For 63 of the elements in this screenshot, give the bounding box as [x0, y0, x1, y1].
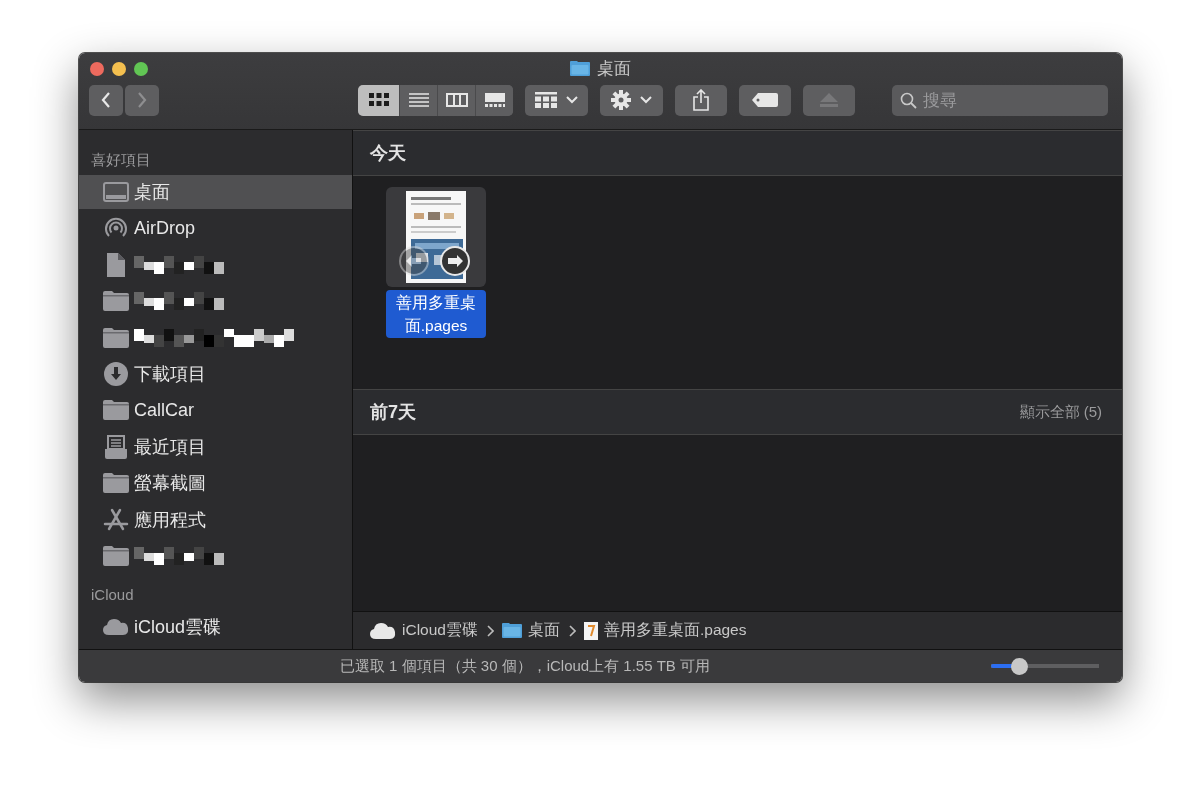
folder-icon [501, 623, 522, 638]
file-name: 善用多重桌面.pages [386, 290, 486, 338]
sidebar-item[interactable]: 應用程式 [79, 502, 352, 537]
inbox-tray-icon [104, 434, 127, 459]
sidebar-item[interactable]: 下載項目 [79, 356, 352, 391]
tag-icon [752, 93, 778, 107]
view-mode-tab[interactable] [475, 84, 513, 116]
file-thumbnail[interactable] [386, 187, 486, 287]
folder-icon [102, 291, 129, 312]
folder-icon [102, 400, 129, 421]
back-chevron-icon [100, 91, 112, 109]
columns-view-icon [445, 93, 468, 107]
document-icon [106, 252, 125, 277]
section-title: 今天 [370, 142, 406, 165]
cloud-icon [102, 618, 129, 636]
action-button[interactable] [600, 84, 663, 116]
window-title: 桌面 [597, 58, 631, 80]
path-separator-icon [485, 624, 494, 637]
back-button[interactable] [89, 84, 123, 116]
path-item[interactable]: 善用多重桌面.pages [583, 620, 747, 641]
sidebar-item[interactable]: AirDrop [79, 211, 352, 246]
dropdown-caret-icon [640, 96, 652, 104]
zoom-button[interactable] [134, 61, 148, 76]
status-text: 已選取 1 個項目（共 30 個），iCloud上有 1.55 TB 可用 [338, 656, 712, 676]
gear-icon [611, 90, 631, 110]
list-view-icon [408, 93, 429, 107]
path-item[interactable]: iCloud雲碟 [370, 620, 478, 641]
minimize-button[interactable] [112, 61, 126, 76]
path-item[interactable]: 桌面 [501, 620, 560, 641]
sidebar-item[interactable]: 桌面 [79, 175, 352, 209]
folder-icon [102, 545, 129, 566]
sidebar-section-title: iCloud [90, 584, 135, 605]
slider-thumb[interactable] [1011, 657, 1029, 675]
view-mode-tab[interactable] [358, 84, 399, 116]
section-title: 前7天 [370, 401, 416, 424]
share-icon [692, 89, 710, 111]
share-button[interactable] [675, 84, 727, 116]
search-field[interactable]: 搜尋 [892, 84, 1108, 116]
sidebar-item[interactable]: 最近項目 [79, 429, 352, 464]
sidebar-item[interactable]: 螢幕截圖 [79, 466, 352, 501]
eject-icon [820, 93, 838, 107]
group-grid-icon [535, 92, 557, 108]
group-button[interactable] [525, 84, 588, 116]
icon-grid-icon [368, 93, 389, 107]
tag-button[interactable] [739, 84, 791, 116]
folder-icon [570, 61, 590, 76]
cloud-icon [370, 622, 396, 639]
folder-icon [102, 473, 129, 494]
folder-icon [102, 327, 129, 348]
path-separator-icon [567, 624, 576, 637]
gallery-view-icon [483, 93, 506, 107]
app-store-icon [102, 507, 129, 532]
sidebar-item[interactable]: iCloud雲碟 [79, 609, 352, 644]
forward-chevron-icon [136, 91, 148, 109]
dropdown-caret-icon [566, 96, 578, 104]
download-icon [103, 361, 128, 386]
close-button[interactable] [90, 61, 104, 76]
pages-document-icon [583, 621, 598, 640]
sidebar-item[interactable]: CallCar [79, 393, 352, 428]
search-icon [900, 91, 917, 109]
show-all-link[interactable]: 顯示全部 (5) [1019, 402, 1102, 422]
desktop-icon [102, 182, 129, 202]
sidebar-section-title: 喜好項目 [90, 150, 152, 170]
